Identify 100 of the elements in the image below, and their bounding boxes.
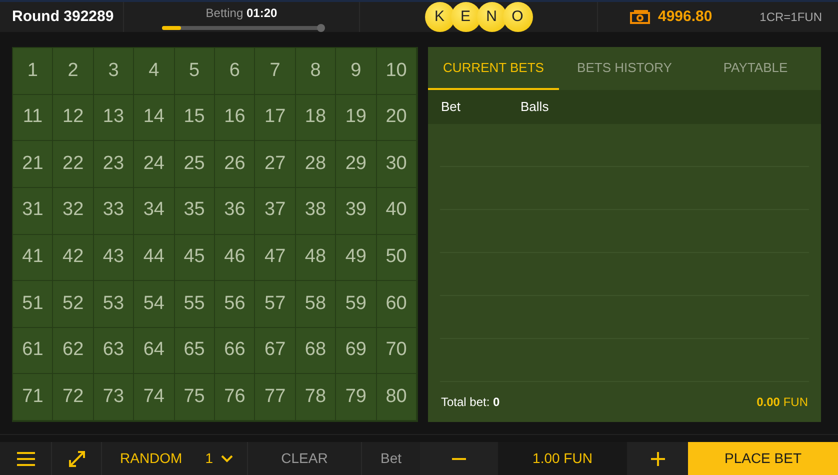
number-cell[interactable]: 16 <box>215 94 256 142</box>
number-cell[interactable]: 44 <box>134 234 175 282</box>
number-cell[interactable]: 23 <box>94 141 134 188</box>
number-cell[interactable]: 46 <box>215 234 256 282</box>
progress-end-icon <box>316 24 324 32</box>
number-cell[interactable]: 65 <box>174 328 215 374</box>
money-icon <box>630 10 650 24</box>
number-cell[interactable]: 53 <box>94 281 134 328</box>
number-cell[interactable]: 62 <box>53 328 94 374</box>
number-cell[interactable]: 20 <box>376 94 417 142</box>
number-cell[interactable]: 12 <box>53 94 94 142</box>
menu-icon <box>16 452 34 466</box>
number-cell[interactable]: 58 <box>296 281 336 328</box>
number-cell[interactable]: 8 <box>296 48 336 95</box>
number-cell[interactable]: 15 <box>174 94 215 142</box>
number-cell[interactable]: 45 <box>174 234 215 282</box>
column-header: Bet <box>441 98 461 116</box>
number-cell[interactable]: 80 <box>376 374 417 421</box>
number-cell[interactable]: 61 <box>13 328 54 374</box>
number-cell[interactable]: 74 <box>134 374 175 421</box>
number-cell[interactable]: 54 <box>134 281 175 328</box>
total-amount: 0.00 FUN <box>756 394 808 411</box>
number-cell[interactable]: 78 <box>296 374 336 421</box>
number-cell[interactable]: 48 <box>296 234 336 282</box>
minus-icon <box>452 458 466 460</box>
number-cell[interactable]: 10 <box>376 48 417 95</box>
number-cell[interactable]: 40 <box>376 188 417 234</box>
number-cell[interactable]: 64 <box>134 328 175 374</box>
number-cell[interactable]: 63 <box>94 328 134 374</box>
number-cell[interactable]: 2 <box>53 48 94 95</box>
number-cell[interactable]: 28 <box>296 141 336 188</box>
number-cell[interactable]: 21 <box>13 141 54 188</box>
number-cell[interactable]: 56 <box>215 281 256 328</box>
number-cell[interactable]: 75 <box>174 374 215 421</box>
number-cell[interactable]: 30 <box>376 141 417 188</box>
number-cell[interactable]: 52 <box>53 281 94 328</box>
bet-amount: 1.00 FUN <box>532 449 592 468</box>
number-cell[interactable]: 13 <box>94 94 134 142</box>
clear-button[interactable]: CLEAR <box>248 442 362 475</box>
number-cell[interactable]: 68 <box>296 328 336 374</box>
random-button[interactable]: RANDOM <box>102 448 182 469</box>
number-cell[interactable]: 71 <box>13 374 54 421</box>
random-count-dropdown[interactable]: 1 <box>205 448 233 469</box>
number-cell[interactable]: 77 <box>255 374 296 421</box>
panel-tab[interactable]: PAYTABLE <box>690 47 821 90</box>
number-cell[interactable]: 11 <box>13 94 54 142</box>
panel-tab[interactable]: BETS HISTORY <box>559 47 690 90</box>
number-cell[interactable]: 33 <box>94 188 134 234</box>
number-cell[interactable]: 39 <box>336 188 377 234</box>
number-cell[interactable]: 9 <box>336 48 377 95</box>
round-number: Round 392289 <box>12 6 114 27</box>
number-cell[interactable]: 50 <box>376 234 417 282</box>
number-cell[interactable]: 27 <box>255 141 296 188</box>
number-cell[interactable]: 19 <box>336 94 377 142</box>
number-cell[interactable]: 34 <box>134 188 175 234</box>
number-cell[interactable]: 72 <box>53 374 94 421</box>
betting-timer: Betting 01:20 <box>206 5 278 22</box>
number-cell[interactable]: 51 <box>13 281 54 328</box>
number-cell[interactable]: 67 <box>255 328 296 374</box>
number-cell[interactable]: 7 <box>255 48 296 95</box>
number-cell[interactable]: 49 <box>336 234 377 282</box>
number-cell[interactable]: 35 <box>174 188 215 234</box>
currency-rate: 1CR=1FUN <box>760 9 822 26</box>
number-cell[interactable]: 31 <box>13 188 54 234</box>
number-cell[interactable]: 41 <box>13 234 54 282</box>
number-cell[interactable]: 55 <box>174 281 215 328</box>
number-cell[interactable]: 79 <box>336 374 377 421</box>
chevron-down-icon <box>221 454 233 462</box>
number-cell[interactable]: 25 <box>174 141 215 188</box>
number-cell[interactable]: 36 <box>215 188 256 234</box>
number-cell[interactable]: 26 <box>215 141 256 188</box>
number-cell[interactable]: 69 <box>336 328 377 374</box>
number-cell[interactable]: 47 <box>255 234 296 282</box>
number-cell[interactable]: 14 <box>134 94 175 142</box>
number-cell[interactable]: 29 <box>336 141 377 188</box>
number-cell[interactable]: 6 <box>215 48 256 95</box>
place-bet-button[interactable]: PLACE BET <box>688 442 838 475</box>
column-header: Balls <box>520 98 549 116</box>
number-cell[interactable]: 66 <box>215 328 256 374</box>
number-cell[interactable]: 17 <box>255 94 296 142</box>
number-cell[interactable]: 70 <box>376 328 417 374</box>
number-cell[interactable]: 22 <box>53 141 94 188</box>
number-cell[interactable]: 73 <box>94 374 134 421</box>
number-cell[interactable]: 24 <box>134 141 175 188</box>
number-cell[interactable]: 32 <box>53 188 94 234</box>
number-cell[interactable]: 43 <box>94 234 134 282</box>
balance: 4996.80 <box>658 6 712 27</box>
number-cell[interactable]: 38 <box>296 188 336 234</box>
number-cell[interactable]: 5 <box>174 48 215 95</box>
number-cell[interactable]: 4 <box>134 48 175 95</box>
number-cell[interactable]: 3 <box>94 48 134 95</box>
number-cell[interactable]: 1 <box>13 48 54 95</box>
number-cell[interactable]: 18 <box>296 94 336 142</box>
number-cell[interactable]: 37 <box>255 188 296 234</box>
number-cell[interactable]: 76 <box>215 374 256 421</box>
number-cell[interactable]: 59 <box>336 281 377 328</box>
expand-icon <box>68 450 84 466</box>
number-cell[interactable]: 42 <box>53 234 94 282</box>
number-cell[interactable]: 57 <box>255 281 296 328</box>
number-cell[interactable]: 60 <box>376 281 417 328</box>
